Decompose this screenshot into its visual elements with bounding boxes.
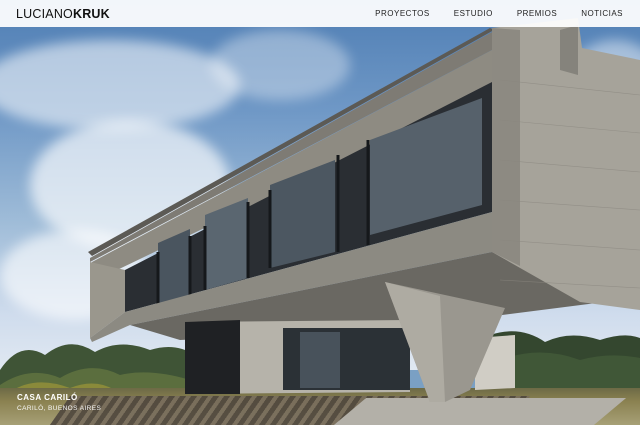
site-logo[interactable]: LUCIANO KRUK [16, 7, 110, 21]
building [88, 18, 640, 402]
project-caption[interactable]: CASA CARILÓ CARILÓ, BUENOS AIRES [17, 393, 101, 412]
nav-link-noticias[interactable]: NOTICIAS [581, 9, 623, 18]
project-title: CASA CARILÓ [17, 393, 78, 402]
project-location: CARILÓ, BUENOS AIRES [17, 405, 102, 412]
main-nav: PROYECTOS ESTUDIO PREMIOS NOTICIAS [375, 9, 623, 18]
nav-link-estudio[interactable]: ESTUDIO [454, 9, 493, 18]
logo-text-light: LUCIANO [16, 6, 73, 21]
hero-photo [0, 0, 640, 425]
top-nav-bar: LUCIANO KRUK PROYECTOS ESTUDIO PREMIOS N… [0, 0, 640, 27]
logo-text-bold: KRUK [72, 6, 110, 21]
nav-link-premios[interactable]: PREMIOS [517, 9, 557, 18]
nav-link-proyectos[interactable]: PROYECTOS [375, 9, 430, 18]
